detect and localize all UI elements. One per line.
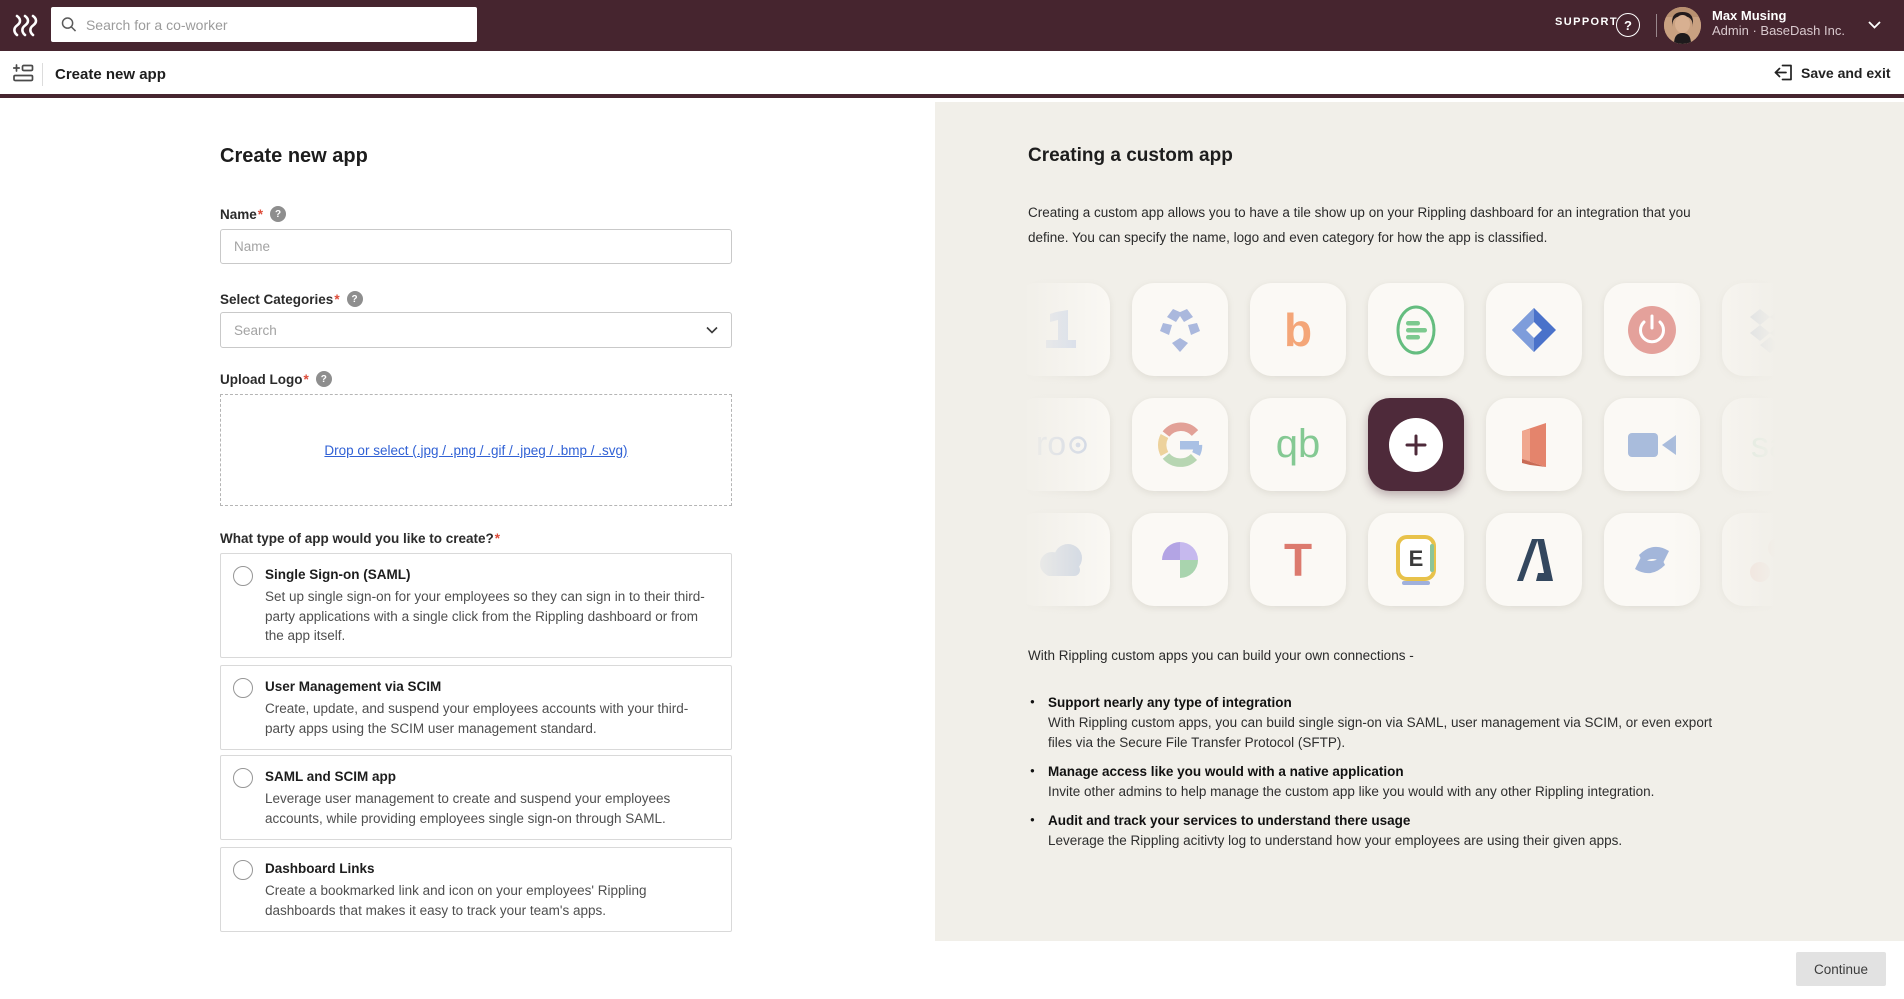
list-item: Audit and track your services to underst… bbox=[1030, 811, 1750, 851]
categories-placeholder: Search bbox=[234, 323, 277, 338]
select-chevron-icon bbox=[706, 326, 718, 334]
app-tile-letter-qb: qb bbox=[1250, 398, 1346, 491]
required-asterisk: * bbox=[334, 292, 339, 307]
top-header: SUPPORT ? Max Musing Admin · BaseDash In… bbox=[0, 0, 1904, 51]
rippling-logo-icon[interactable] bbox=[13, 14, 39, 37]
chevron-down-icon[interactable] bbox=[1868, 21, 1881, 29]
categories-help-icon[interactable]: ? bbox=[347, 291, 363, 307]
form-heading: Create new app bbox=[220, 145, 368, 168]
tile-fade-right bbox=[1672, 272, 1832, 617]
categories-select[interactable]: Search bbox=[220, 312, 732, 348]
name-help-icon[interactable]: ? bbox=[270, 206, 286, 222]
radio-button[interactable] bbox=[233, 860, 253, 880]
bullet-body: Invite other admins to help manage the c… bbox=[1048, 782, 1738, 802]
app-tile-letter-e-badge: E bbox=[1368, 513, 1464, 606]
user-role: Admin · BaseDash Inc. bbox=[1712, 23, 1845, 38]
save-and-exit-label: Save and exit bbox=[1801, 65, 1891, 81]
page-title: Create new app bbox=[55, 66, 166, 83]
option-title: SAML and SCIM app bbox=[265, 767, 717, 787]
bullet-title: Manage access like you would with a nati… bbox=[1048, 762, 1750, 782]
benefits-list: Support nearly any type of integration W… bbox=[1030, 693, 1750, 860]
app-tile-blue-diamond bbox=[1486, 283, 1582, 376]
app-tile-letter-b: b bbox=[1250, 283, 1346, 376]
app-tile-petals bbox=[1132, 513, 1228, 606]
help-icon[interactable]: ? bbox=[1616, 13, 1640, 37]
app-type-option-scim[interactable]: User Management via SCIM Create, update,… bbox=[220, 665, 732, 750]
app-type-option-dashboard-links[interactable]: Dashboard Links Create a bookmarked link… bbox=[220, 847, 732, 932]
exit-icon bbox=[1774, 64, 1793, 81]
radio-button[interactable] bbox=[233, 566, 253, 586]
avatar[interactable] bbox=[1664, 7, 1701, 44]
categories-label: Select Categories* ? bbox=[220, 291, 363, 307]
footer-bar bbox=[0, 941, 1904, 999]
letter-e: E bbox=[1409, 546, 1424, 571]
search-input[interactable] bbox=[86, 17, 467, 33]
tile-fade-left bbox=[1002, 272, 1120, 617]
radio-button[interactable] bbox=[233, 768, 253, 788]
connections-intro: With Rippling custom apps you can build … bbox=[1028, 648, 1414, 663]
support-link[interactable]: SUPPORT bbox=[1555, 16, 1618, 28]
app-tile-office bbox=[1486, 398, 1582, 491]
plus-icon bbox=[1389, 418, 1443, 472]
header-divider bbox=[1656, 14, 1657, 37]
app-tile-diamond-ring bbox=[1132, 283, 1228, 376]
name-input[interactable] bbox=[220, 229, 732, 264]
required-asterisk: * bbox=[258, 207, 263, 222]
app-tile-letter-t: T bbox=[1250, 513, 1346, 606]
app-type-option-saml-scim[interactable]: SAML and SCIM app Leverage user manageme… bbox=[220, 755, 732, 840]
option-description: Set up single sign-on for your employees… bbox=[265, 587, 717, 646]
option-description: Create a bookmarked link and icon on you… bbox=[265, 881, 717, 920]
list-item: Manage access like you would with a nati… bbox=[1030, 762, 1750, 802]
app-tile-custom-plus bbox=[1368, 398, 1464, 491]
logo-dropzone[interactable]: Drop or select (.jpg / .png / .gif / .jp… bbox=[220, 394, 732, 506]
option-title: User Management via SCIM bbox=[265, 677, 717, 697]
panel-intro: Creating a custom app allows you to have… bbox=[1028, 200, 1734, 250]
option-title: Dashboard Links bbox=[265, 859, 717, 879]
app-tile-slanted-a bbox=[1486, 513, 1582, 606]
list-item: Support nearly any type of integration W… bbox=[1030, 693, 1750, 753]
user-menu[interactable]: Max Musing Admin · BaseDash Inc. bbox=[1712, 8, 1845, 38]
toolbar-divider bbox=[42, 63, 43, 86]
save-and-exit-button[interactable]: Save and exit bbox=[1774, 64, 1891, 81]
radio-button[interactable] bbox=[233, 678, 253, 698]
bullet-body: Leverage the Rippling acitivty log to un… bbox=[1048, 831, 1738, 851]
panel-heading: Creating a custom app bbox=[1028, 145, 1233, 167]
bullet-body: With Rippling custom apps, you can build… bbox=[1048, 713, 1738, 753]
upload-help-icon[interactable]: ? bbox=[316, 371, 332, 387]
option-description: Leverage user management to create and s… bbox=[265, 789, 717, 828]
logo-upload-link[interactable]: Drop or select (.jpg / .png / .gif / .jp… bbox=[324, 443, 627, 458]
app-tile-lines-oval bbox=[1368, 283, 1464, 376]
required-asterisk: * bbox=[303, 372, 308, 387]
search-icon bbox=[61, 16, 77, 33]
coworker-search bbox=[51, 7, 477, 42]
apps-nav-icon[interactable] bbox=[13, 64, 34, 85]
upload-logo-label: Upload Logo* ? bbox=[220, 371, 332, 387]
page-toolbar bbox=[0, 51, 1904, 98]
option-title: Single Sign-on (SAML) bbox=[265, 565, 717, 585]
required-asterisk: * bbox=[495, 531, 500, 546]
option-description: Create, update, and suspend your employe… bbox=[265, 699, 717, 738]
app-tile-google-g bbox=[1132, 398, 1228, 491]
continue-button[interactable]: Continue bbox=[1796, 952, 1886, 986]
app-type-option-saml[interactable]: Single Sign-on (SAML) Set up single sign… bbox=[220, 553, 732, 658]
tile-fade-right-solid bbox=[1820, 272, 1904, 617]
bullet-title: Support nearly any type of integration bbox=[1048, 693, 1750, 713]
app-type-question: What type of app would you like to creat… bbox=[220, 531, 500, 546]
name-label: Name* ? bbox=[220, 206, 286, 222]
user-name: Max Musing bbox=[1712, 8, 1845, 23]
bullet-title: Audit and track your services to underst… bbox=[1048, 811, 1750, 831]
